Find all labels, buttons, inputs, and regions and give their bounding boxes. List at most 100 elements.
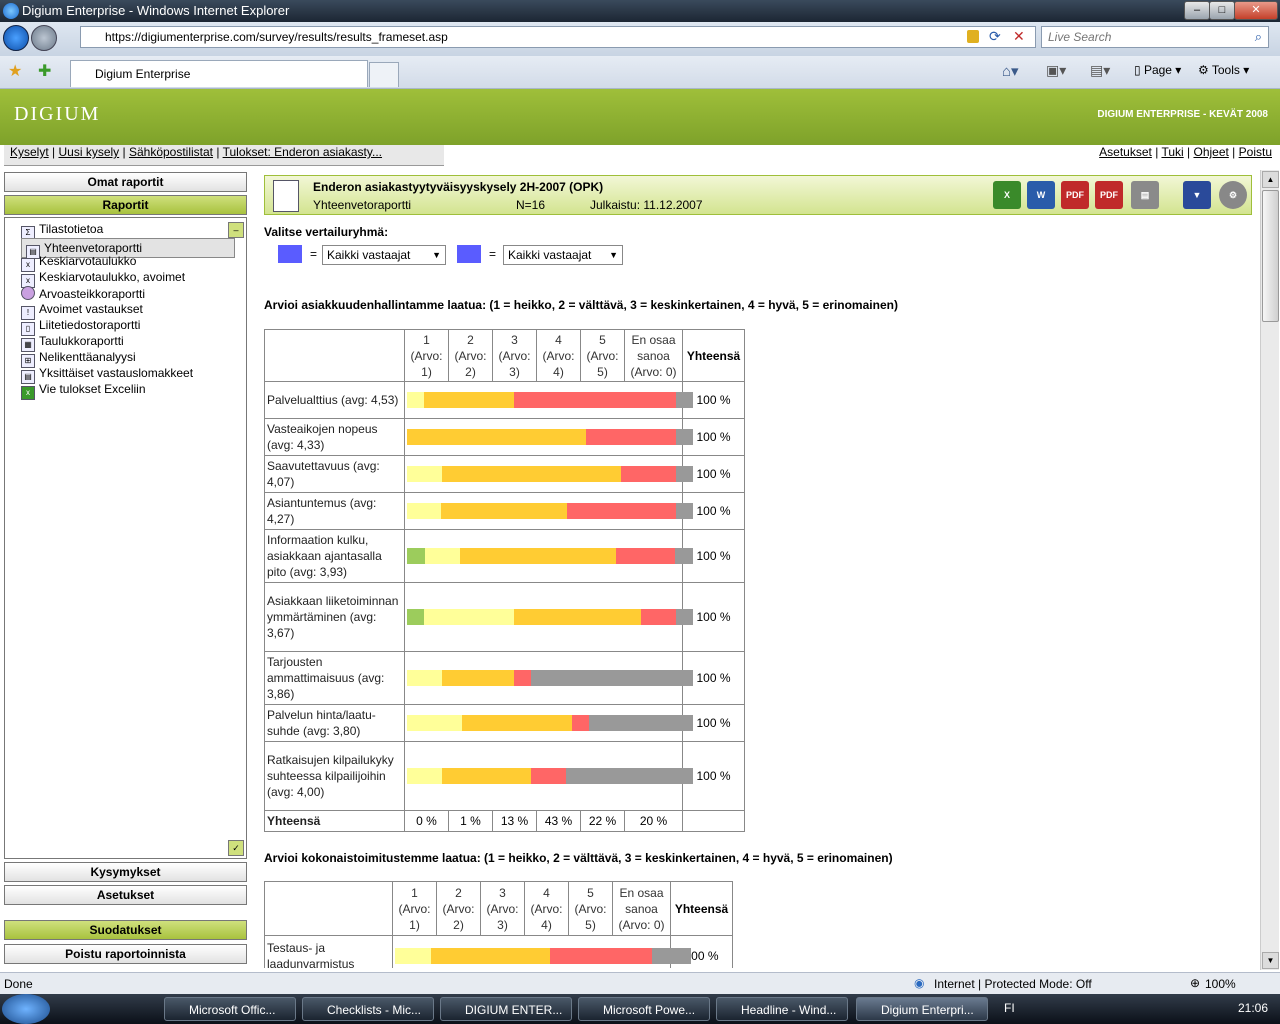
bar-segment-2 (424, 609, 514, 625)
word-export-icon[interactable]: W (1027, 181, 1055, 209)
menu-poistu[interactable]: Poistu (1239, 145, 1272, 159)
tree-item-keskiarvotaulukko-avoimet[interactable]: x Keskiarvotaulukko, avoimet (21, 270, 185, 288)
minimize-button[interactable]: – (1184, 1, 1210, 20)
bar-segment-4 (531, 768, 566, 784)
menu-sahkopostilistat[interactable]: Sähköpostilistat (129, 145, 213, 159)
zoom-icon[interactable]: ⊕ (1190, 976, 1200, 990)
pdf-export-icon-2[interactable]: PDF (1095, 181, 1123, 209)
suodatukset-button[interactable]: Suodatukset (4, 920, 247, 940)
task-microsoft-office[interactable]: Microsoft Offic... (164, 997, 296, 1021)
omat-raportit-button[interactable]: Omat raportit (4, 172, 247, 192)
tree-item-tilastotietoa[interactable]: Σ Tilastotietoa (21, 222, 104, 240)
menu-kyselyt[interactable]: Kyselyt (10, 145, 49, 159)
raportit-button[interactable]: Raportit (4, 195, 247, 215)
tree-item-label: Tilastotietoa (39, 222, 104, 236)
print-icon[interactable]: ▤▾ (1090, 62, 1110, 79)
group2-select[interactable]: Kaikki vastaajat ▼ (503, 245, 623, 265)
scroll-up-arrow[interactable]: ▲ (1262, 171, 1279, 188)
equals-sign-2: = (489, 247, 497, 261)
zoom-level[interactable]: 100% (1205, 977, 1236, 991)
total-blank (682, 810, 745, 832)
question1-title: Arvioi asiakkuudenhallintamme laatua: (1… (264, 298, 898, 312)
search-icon[interactable]: ⌕ (1255, 29, 1262, 45)
tree-item-liitetiedostoraportti[interactable]: ▯ Liitetiedostoraportti (21, 318, 140, 336)
add-favorites-icon[interactable]: ✚ (38, 61, 51, 81)
maximize-button[interactable]: □ (1209, 1, 1235, 20)
new-tab-button[interactable] (369, 62, 399, 87)
menu-uusi-kysely[interactable]: Uusi kysely (58, 145, 119, 159)
top-menu: Kyselyt | Uusi kysely | Sähköpostilistat… (0, 145, 1280, 166)
lock-icon[interactable] (967, 30, 979, 43)
feeds-icon[interactable]: ▣▾ (1046, 62, 1066, 79)
pdf-export-icon[interactable]: PDF (1061, 181, 1089, 209)
settings-gear-icon[interactable]: ⚙ (1219, 181, 1247, 209)
tree-item-arvoasteikkoraportti[interactable]: Arvoasteikkoraportti (21, 286, 145, 302)
bar-segment-eos (531, 670, 693, 686)
menu-tulokset[interactable]: Tulokset: Enderon asiakasty... (223, 145, 382, 159)
header-col3: 3 (Arvo: 3) (492, 329, 537, 382)
menu-asetukset[interactable]: Asetukset (1099, 145, 1152, 159)
brand-title: DIGIUM ENTERPRISE - KEVÄT 2008 (1097, 109, 1268, 120)
header-total: Yhteensä (670, 881, 733, 936)
task-checklists[interactable]: Checklists - Mic... (302, 997, 434, 1021)
menu-tuki[interactable]: Tuki (1161, 145, 1183, 159)
scroll-thumb[interactable] (1262, 190, 1279, 322)
tree-item-nelikenttaanalyysi[interactable]: ⊞ Nelikenttäanalyysi (21, 350, 136, 368)
kysymykset-button[interactable]: Kysymykset (4, 862, 247, 882)
search-box[interactable]: ⌕ (1041, 26, 1269, 48)
page-menu[interactable]: ▯ Page ▾ (1134, 63, 1181, 77)
total-col2: 1 % (448, 810, 493, 832)
favorites-star-icon[interactable]: ★ (8, 61, 22, 81)
collapse-icon[interactable]: – (228, 222, 244, 238)
vertical-scrollbar[interactable]: ▲ ▼ (1260, 170, 1279, 970)
header-col2: 2 (Arvo: 2) (436, 881, 481, 936)
excel-export-icon[interactable]: X (993, 181, 1021, 209)
task-digium-enter[interactable]: DIGIUM ENTER... (440, 997, 572, 1021)
distribution-bar-cell (404, 529, 693, 583)
task-headline[interactable]: Headline - Wind... (716, 997, 848, 1021)
forward-button[interactable] (31, 25, 57, 51)
group1-select[interactable]: Kaikki vastaajat ▼ (322, 245, 446, 265)
table-row: Vasteaikojen nopeus (avg: 4,33) 100 % (264, 418, 745, 456)
header-col5: 5 (Arvo: 5) (580, 329, 625, 382)
task-label: Microsoft Powe... (603, 1003, 696, 1017)
poistu-raportoinnista-button[interactable]: Poistu raportoinnista (4, 944, 247, 964)
refresh-icon[interactable]: ⟳ (989, 28, 1005, 44)
tree-item-keskiarvotaulukko[interactable]: x Keskiarvotaulukko (21, 254, 136, 272)
start-button[interactable] (2, 994, 50, 1024)
tree-item-label: Nelikenttäanalyysi (39, 350, 136, 364)
menu-ohjeet[interactable]: Ohjeet (1193, 145, 1228, 159)
table-row: Saavutettavuus (avg: 4,07) 100 % (264, 455, 745, 493)
distribution-bar-cell (404, 582, 693, 652)
tree-item-yksittaiset[interactable]: ▤ Yksittäiset vastauslomakkeet (21, 366, 193, 384)
asetukset-button[interactable]: Asetukset (4, 885, 247, 905)
tree-item-avoimet-vastaukset[interactable]: ! Avoimet vastaukset (21, 302, 143, 320)
expand-icon[interactable]: ✓ (228, 840, 244, 856)
back-button[interactable] (3, 25, 29, 51)
search-input[interactable] (1046, 29, 1240, 45)
close-button[interactable]: ✕ (1234, 1, 1278, 20)
save-icon[interactable]: ▼ (1183, 181, 1211, 209)
tools-menu[interactable]: ⚙ Tools ▾ (1198, 63, 1249, 77)
bar-segment-4 (621, 466, 676, 482)
ie-icon (3, 3, 19, 19)
tree-item-vie-exceliin[interactable]: x Vie tulokset Exceliin (21, 382, 146, 400)
url-bar[interactable]: https://digiumenterprise.com/survey/resu… (80, 26, 1036, 48)
header-col5: 5 (Arvo: 5) (568, 881, 613, 936)
scroll-down-arrow[interactable]: ▼ (1262, 952, 1279, 969)
printer-icon[interactable]: ▤ (1131, 181, 1159, 209)
equals-sign: = (310, 247, 318, 261)
tree-item-taulukkoraportti[interactable]: ▦ Taulukkoraportti (21, 334, 124, 352)
tools-menu-label: Tools (1211, 63, 1240, 77)
question1-table: 1 (Arvo: 1) 2 (Arvo: 2) 3 (Arvo: 3) 4 (A… (264, 329, 745, 832)
tab-digium-enterprise[interactable]: Digium Enterprise (70, 60, 368, 87)
stop-icon[interactable]: ✕ (1013, 28, 1029, 44)
header-col4: 4 (Arvo: 4) (524, 881, 569, 936)
task-microsoft-powe[interactable]: Microsoft Powe... (578, 997, 710, 1021)
total-col4: 43 % (536, 810, 581, 832)
bar-segment-eos (676, 609, 693, 625)
home-icon[interactable]: ⌂▾ (1002, 62, 1019, 80)
task-label: Microsoft Offic... (189, 1003, 276, 1017)
language-indicator[interactable]: FI (1004, 1001, 1015, 1015)
task-digium-enterprise[interactable]: Digium Enterpri... (856, 997, 988, 1021)
